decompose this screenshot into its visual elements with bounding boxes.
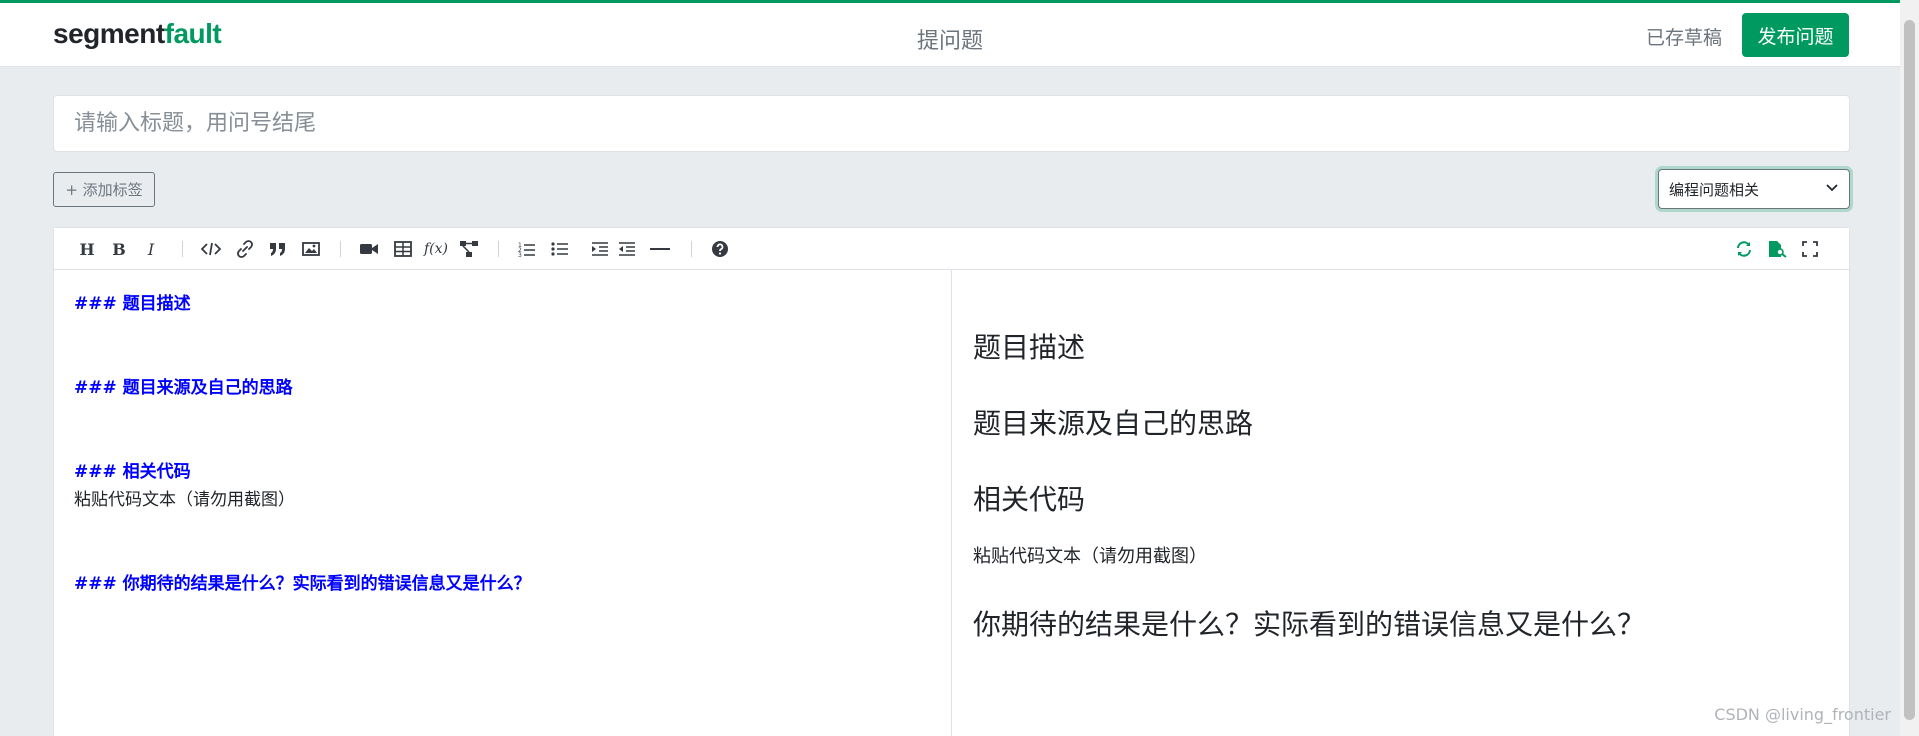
toolbar-divider xyxy=(182,241,183,257)
indent-icon[interactable] xyxy=(589,239,611,259)
quote-icon[interactable] xyxy=(267,239,289,259)
preview-heading: 题目描述 xyxy=(973,331,1086,364)
markdown-editor: H B I f(x) 123 ### 题目描述 ### 题目来源及自己的思路 #… xyxy=(53,227,1850,736)
sync-scroll-icon[interactable] xyxy=(1733,239,1755,259)
publish-button[interactable]: 发布问题 xyxy=(1742,13,1849,57)
page-scrollbar[interactable] xyxy=(1900,0,1919,736)
page-title: 提问题 xyxy=(916,29,983,54)
markdown-line xyxy=(74,542,931,570)
horizontal-rule-icon[interactable] xyxy=(649,239,671,259)
formula-icon[interactable]: f(x) xyxy=(422,239,450,259)
link-icon[interactable] xyxy=(234,239,256,259)
heading-icon[interactable]: H xyxy=(76,239,98,259)
ordered-list-icon[interactable]: 123 xyxy=(516,239,538,259)
markdown-heading-line: ### 题目描述 xyxy=(74,294,191,314)
markdown-input-pane[interactable]: ### 题目描述 ### 题目来源及自己的思路 ### 相关代码粘贴代码文本（请… xyxy=(54,270,952,736)
help-icon[interactable] xyxy=(709,239,731,259)
title-input[interactable] xyxy=(53,95,1850,152)
toolbar-divider xyxy=(691,241,692,257)
preview-heading: 你期待的结果是什么？实际看到的错误信息又是什么？ xyxy=(973,608,1646,641)
table-icon[interactable] xyxy=(392,239,414,259)
toolbar-divider xyxy=(498,241,499,257)
category-select-value: 编程问题相关 xyxy=(1669,180,1760,199)
svg-text:3: 3 xyxy=(518,252,522,257)
italic-icon[interactable]: I xyxy=(140,239,162,259)
chevron-down-icon xyxy=(1825,180,1839,198)
preview-paragraph: 粘贴代码文本（请勿用截图） xyxy=(973,546,1207,567)
editor-toolbar: H B I f(x) 123 xyxy=(54,228,1849,270)
draft-saved-link[interactable]: 已存草稿 xyxy=(1646,23,1722,50)
category-select[interactable]: 编程问题相关 xyxy=(1658,169,1850,209)
markdown-heading-line: ### 题目来源及自己的思路 xyxy=(74,378,293,398)
markdown-line xyxy=(74,514,931,542)
markdown-line xyxy=(74,318,931,346)
outdent-icon[interactable] xyxy=(616,239,638,259)
code-icon[interactable] xyxy=(200,239,222,259)
preview-pane: 题目描述 题目来源及自己的思路 相关代码 粘贴代码文本（请勿用截图） 你期待的结… xyxy=(953,270,1849,736)
add-tag-button[interactable]: + 添加标签 xyxy=(53,172,155,207)
preview-heading: 题目来源及自己的思路 xyxy=(973,407,1254,440)
toolbar-divider xyxy=(340,241,341,257)
markdown-heading-line: ### 相关代码 xyxy=(74,462,191,482)
image-icon[interactable] xyxy=(300,239,322,259)
preview-heading: 相关代码 xyxy=(973,483,1086,516)
markdown-line xyxy=(74,430,931,458)
unordered-list-icon[interactable] xyxy=(549,239,571,259)
markdown-line xyxy=(74,346,931,374)
markdown-heading-line: ### 你期待的结果是什么？实际看到的错误信息又是什么？ xyxy=(74,574,531,594)
video-icon[interactable] xyxy=(358,239,380,259)
watermark: CSDN @living_frontier xyxy=(1714,705,1891,724)
markdown-line xyxy=(74,402,931,430)
header-bar: segmentfault 提问题 已存草稿 发布问题 xyxy=(0,3,1900,67)
fullscreen-icon[interactable] xyxy=(1799,239,1821,259)
preview-icon[interactable] xyxy=(1766,239,1788,259)
diagram-icon[interactable] xyxy=(458,239,480,259)
markdown-line: 粘贴代码文本（请勿用截图） xyxy=(74,490,295,510)
scrollbar-thumb[interactable] xyxy=(1904,20,1915,720)
bold-icon[interactable]: B xyxy=(108,239,130,259)
